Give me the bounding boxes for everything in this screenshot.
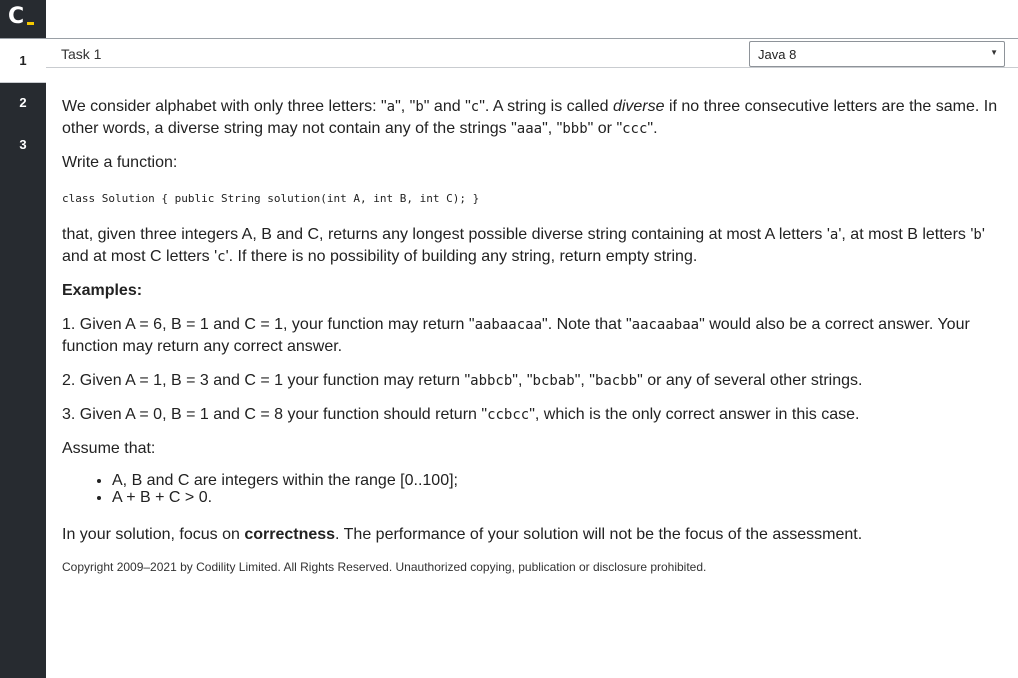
- diverse-emphasis: diverse: [612, 98, 665, 115]
- list-item: A + B + C > 0.: [112, 489, 1002, 506]
- task-description: We consider alphabet with only three let…: [62, 96, 1002, 578]
- sidebar: C 1 2 3: [0, 0, 46, 678]
- task-header: Task 1 Java 8 ▼: [46, 38, 1018, 68]
- code-signature: class Solution { public String solution(…: [62, 192, 480, 205]
- task-tab-2[interactable]: 2: [0, 81, 46, 123]
- assumptions-list: A, B and C are integers within the range…: [62, 472, 1002, 506]
- examples-heading: Examples:: [62, 282, 143, 299]
- logo-letter: C: [8, 4, 25, 29]
- description-paragraph: that, given three integers A, B and C, r…: [62, 226, 985, 265]
- copyright-notice: Copyright 2009–2021 by Codility Limited.…: [62, 560, 707, 574]
- intro-paragraph: We consider alphabet with only three let…: [62, 98, 998, 137]
- example-1: 1. Given A = 6, B = 1 and C = 1, your fu…: [62, 316, 970, 355]
- correctness-bold: correctness: [244, 526, 336, 543]
- example-2: 2. Given A = 1, B = 3 and C = 1 your fun…: [62, 372, 863, 389]
- task-tab-1[interactable]: 1: [0, 38, 46, 83]
- example-3: 3. Given A = 0, B = 1 and C = 8 your fun…: [62, 406, 860, 423]
- list-item: A, B and C are integers within the range…: [112, 472, 1002, 489]
- chevron-down-icon: ▼: [990, 48, 998, 57]
- task-tab-3[interactable]: 3: [0, 123, 46, 165]
- task-title: Task 1: [61, 46, 102, 62]
- focus-paragraph: In your solution, focus on correctness. …: [62, 526, 863, 543]
- language-select[interactable]: Java 8 ▼: [749, 41, 1005, 67]
- top-bar: [46, 0, 1018, 38]
- logo-dash: [27, 22, 34, 25]
- assume-heading: Assume that:: [62, 440, 156, 457]
- write-function-label: Write a function:: [62, 154, 178, 171]
- codility-logo: C: [8, 4, 40, 32]
- language-value: Java 8: [758, 47, 797, 62]
